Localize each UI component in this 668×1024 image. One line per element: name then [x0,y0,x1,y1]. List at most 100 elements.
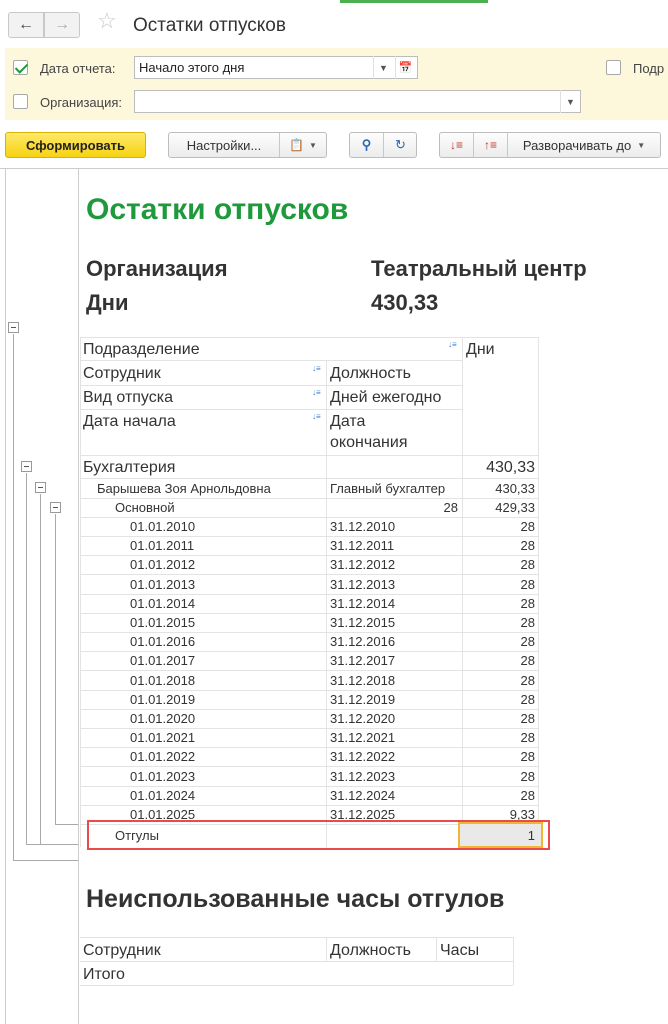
period-start-cell[interactable]: 01.01.2024 [130,786,195,805]
period-end-cell[interactable]: 31.12.2011 [330,536,394,555]
period-start-cell[interactable]: 01.01.2013 [130,575,195,594]
period-start-cell[interactable]: 01.01.2023 [130,767,195,786]
vacation-type-cell[interactable]: Основной [115,498,175,517]
grid-line [326,360,327,847]
position-cell[interactable]: Главный бухгалтер [330,479,445,498]
timeoff-label[interactable]: Отгулы [115,826,159,845]
period-start-cell[interactable]: 01.01.2017 [130,651,195,670]
period-end-cell[interactable]: 31.12.2014 [330,594,395,613]
header-position[interactable]: Должность [330,364,411,383]
sort-descending-icon: ↓≡ [449,138,463,152]
back-button[interactable]: ← [8,12,44,38]
period-days-cell[interactable]: 28 [462,632,535,651]
search-icon: ⚲ [361,137,372,152]
department-total[interactable]: 430,33 [462,458,535,477]
period-days-cell[interactable]: 28 [462,767,535,786]
total-label[interactable]: Итого [83,965,125,984]
period-start-cell[interactable]: 01.01.2022 [130,747,195,766]
period-end-cell[interactable]: 31.12.2019 [330,690,395,709]
header-department[interactable]: Подразделение [83,340,200,359]
forward-button[interactable]: → [44,12,80,38]
period-end-cell[interactable]: 31.12.2021 [330,728,395,747]
header-days-yearly[interactable]: Дней ежегодно [330,388,441,407]
timeoff-days[interactable]: 1 [462,826,535,845]
period-start-cell[interactable]: 01.01.2016 [130,632,195,651]
outline-line [40,844,78,845]
period-end-cell[interactable]: 31.12.2023 [330,767,395,786]
period-days-cell[interactable]: 28 [462,747,535,766]
header-hours[interactable]: Часы [440,941,479,960]
period-start-cell[interactable]: 01.01.2015 [130,613,195,632]
sort-ascending-button[interactable]: ↑≡ [474,133,507,157]
chevron-down-icon: ▼ [309,140,317,150]
period-end-cell[interactable]: 31.12.2013 [330,575,395,594]
period-days-cell[interactable]: 28 [462,594,535,613]
chevron-down-icon[interactable]: ▼ [560,90,580,113]
organization-checkbox[interactable] [13,94,28,109]
period-start-cell[interactable]: 01.01.2014 [130,594,195,613]
period-days-cell[interactable]: 28 [462,536,535,555]
employee-cell[interactable]: Барышева Зоя Арнольдовна [97,479,271,498]
header-position[interactable]: Должность [330,941,411,960]
extra-option-checkbox[interactable] [606,60,621,75]
period-days-cell[interactable]: 28 [462,709,535,728]
header-employee[interactable]: Сотрудник [83,941,161,960]
period-end-cell[interactable]: 31.12.2017 [330,651,395,670]
search-next-button[interactable]: ↻ [384,133,417,157]
chevron-down-icon[interactable]: ▼ [373,56,393,79]
search-next-icon: ↻ [395,137,406,152]
header-vacation-type[interactable]: Вид отпуска [83,388,173,407]
department-cell[interactable]: Бухгалтерия [83,458,175,477]
period-days-cell[interactable]: 28 [462,671,535,690]
sort-icon: ↓≡ [312,364,321,373]
period-days-cell[interactable]: 28 [462,613,535,632]
organization-field[interactable] [134,90,581,113]
period-end-cell[interactable]: 31.12.2022 [330,747,395,766]
header-employee[interactable]: Сотрудник [83,364,161,383]
header-end-date[interactable]: Дата [330,412,365,431]
period-end-cell[interactable]: 31.12.2012 [330,555,395,574]
period-days-cell[interactable]: 28 [462,690,535,709]
generate-button[interactable]: Сформировать [5,132,146,158]
period-end-cell[interactable]: 31.12.2024 [330,786,395,805]
collapse-group-icon[interactable] [21,461,32,472]
collapse-group-icon[interactable] [50,502,61,513]
period-days-cell[interactable]: 28 [462,575,535,594]
outline-line [13,334,14,861]
period-days-cell[interactable]: 28 [462,786,535,805]
report-date-checkbox[interactable] [13,60,28,75]
period-start-cell[interactable]: 01.01.2012 [130,555,195,574]
period-end-cell[interactable]: 31.12.2016 [330,632,395,651]
vacation-total[interactable]: 429,33 [462,498,535,517]
period-end-cell[interactable]: 31.12.2018 [330,671,395,690]
period-start-cell[interactable]: 01.01.2021 [130,728,195,747]
period-end-cell[interactable]: 31.12.2015 [330,613,395,632]
period-days-cell[interactable]: 28 [462,555,535,574]
period-days-cell[interactable]: 28 [462,651,535,670]
period-start-cell[interactable]: 01.01.2010 [130,517,195,536]
period-end-cell[interactable]: 31.12.2010 [330,517,395,536]
header-start-date[interactable]: Дата начала [83,412,176,431]
period-start-cell[interactable]: 01.01.2020 [130,709,195,728]
period-days-cell[interactable]: 28 [462,517,535,536]
period-start-cell[interactable]: 01.01.2018 [130,671,195,690]
settings-button[interactable]: Настройки... [169,133,279,157]
sort-descending-button[interactable]: ↓≡ [440,133,473,157]
period-end-cell[interactable]: 31.12.2020 [330,709,395,728]
expand-to-button[interactable]: Разворачивать до ▼ [508,133,660,157]
collapse-group-icon[interactable] [35,482,46,493]
calendar-icon[interactable]: 📅 [395,56,415,79]
period-start-cell[interactable]: 01.01.2011 [130,536,194,555]
period-start-cell[interactable]: 01.01.2019 [130,690,195,709]
header-days[interactable]: Дни [466,340,495,359]
employee-total[interactable]: 430,33 [462,479,535,498]
variant-menu-button[interactable]: 📋 ▼ [280,133,326,157]
collapse-group-icon[interactable] [8,322,19,333]
search-button[interactable]: ⚲ [350,133,383,157]
arrow-left-icon: ← [18,16,34,33]
star-icon[interactable]: ☆ [97,10,117,32]
period-days-cell[interactable]: 28 [462,728,535,747]
days-yearly-cell[interactable]: 28 [326,498,458,517]
outline-line [55,514,56,825]
report-left-border [5,168,6,1024]
